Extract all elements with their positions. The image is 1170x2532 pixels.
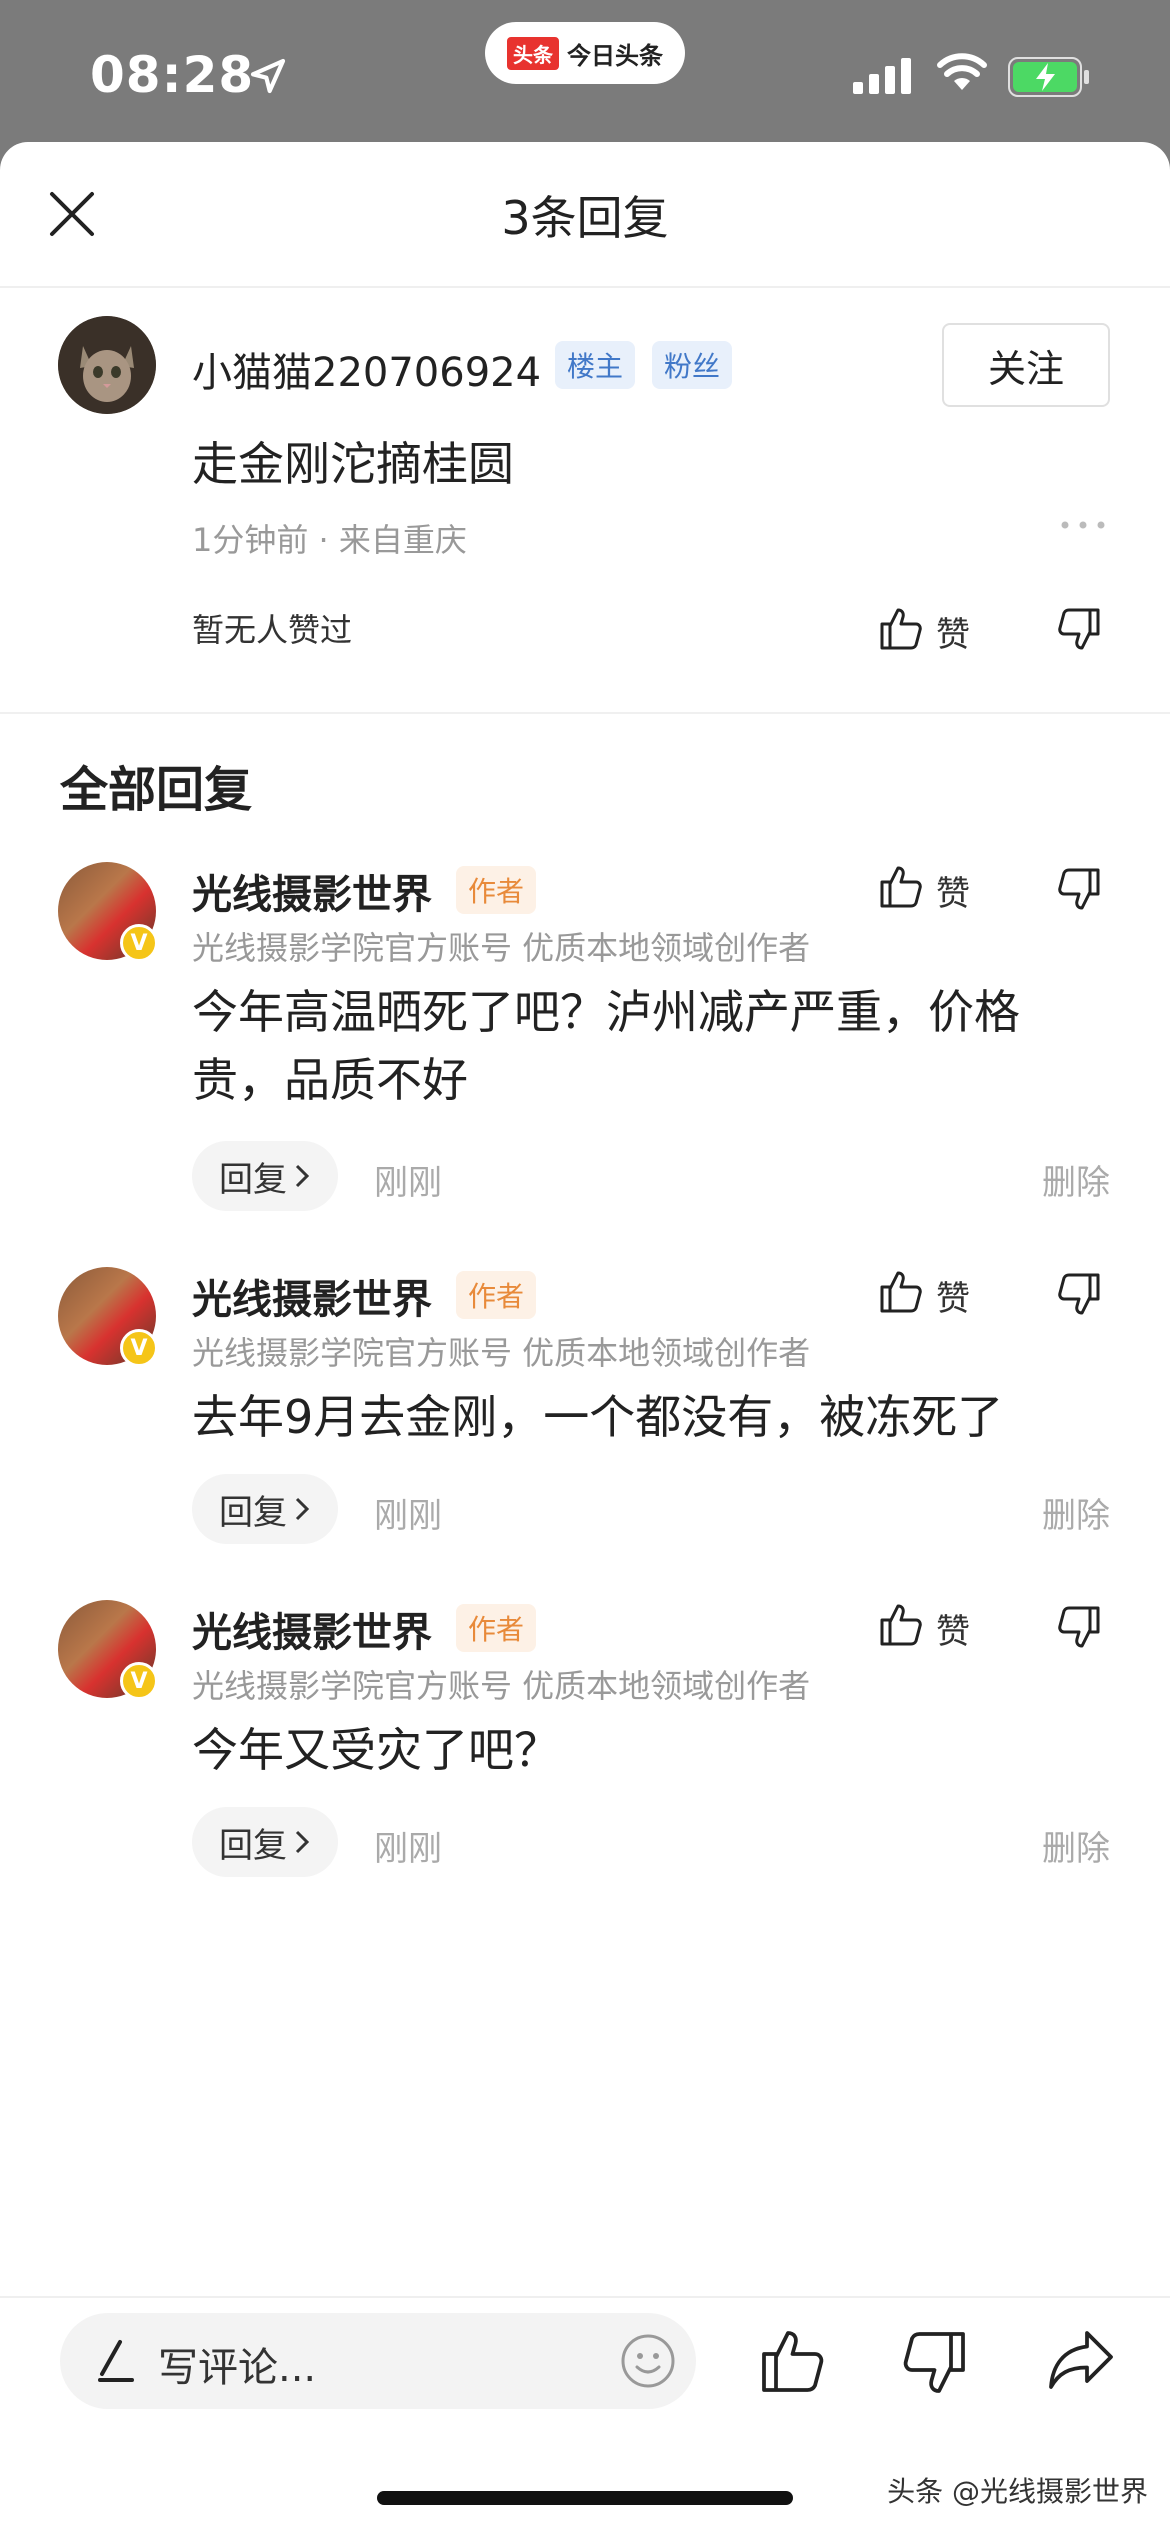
- thumbs-down-icon[interactable]: [1056, 866, 1104, 914]
- reply-author[interactable]: 光线摄影世界: [192, 1600, 432, 1658]
- thumbs-down-icon[interactable]: [900, 2328, 972, 2400]
- author-badge: 作者: [456, 1271, 537, 1319]
- thumbs-down-icon[interactable]: [1056, 606, 1104, 654]
- reply-author[interactable]: 光线摄影世界: [192, 862, 432, 920]
- reply-author[interactable]: 光线摄影世界: [192, 1267, 432, 1325]
- like-label[interactable]: 赞: [936, 1271, 970, 1320]
- watermark: 头条 @光线摄影世界: [887, 2475, 1148, 2508]
- emoji-icon[interactable]: [620, 2333, 676, 2389]
- thumbs-down-icon[interactable]: [1056, 1604, 1104, 1652]
- more-options-icon[interactable]: [1060, 520, 1106, 530]
- reply-time: 刚刚: [374, 1163, 442, 1203]
- author-description: 光线摄影学院官方账号 优质本地领域创作者: [192, 1334, 811, 1372]
- like-label[interactable]: 赞: [936, 866, 970, 915]
- chevron-right-icon: [295, 1497, 310, 1521]
- main-comment-meta: 1分钟前 · 来自重庆: [192, 521, 467, 559]
- like-label[interactable]: 赞: [936, 1604, 970, 1653]
- thumbs-up-icon[interactable]: [876, 604, 924, 652]
- delete-button[interactable]: 删除: [1042, 1488, 1110, 1537]
- app-name: 今日头条: [567, 41, 663, 70]
- section-title: 全部回复: [60, 762, 253, 818]
- cellular-signal-icon: [853, 58, 911, 94]
- reply-button[interactable]: 回复: [192, 1474, 338, 1544]
- reply-time: 刚刚: [374, 1829, 442, 1869]
- op-badge: 楼主: [555, 341, 636, 389]
- author-badge: 作者: [456, 1604, 537, 1652]
- like-label[interactable]: 赞: [936, 607, 970, 656]
- verified-badge-icon: V: [120, 1329, 158, 1367]
- reply-button[interactable]: 回复: [192, 1807, 338, 1877]
- fan-badge: 粉丝: [652, 341, 733, 389]
- delete-button[interactable]: 删除: [1042, 1155, 1110, 1204]
- reply-text-line-2: 贵，品质不好: [192, 1053, 468, 1107]
- thumbs-up-icon[interactable]: [876, 1600, 924, 1648]
- status-bar: 08:28 头条 今日头条: [0, 0, 1170, 150]
- status-time: 08:28: [90, 46, 255, 104]
- reply-text-line-1: 今年高温晒死了吧？泸州减产严重，价格: [192, 985, 1020, 1039]
- chevron-right-icon: [295, 1830, 310, 1854]
- app-indicator-pill[interactable]: 头条 今日头条: [485, 22, 685, 84]
- reply-button-label: 回复: [219, 1492, 287, 1533]
- author-badge: 作者: [456, 866, 537, 914]
- thumbs-up-icon[interactable]: [876, 1267, 924, 1315]
- app-logo: 头条: [507, 36, 559, 70]
- no-likes-text: 暂无人赞过: [192, 611, 353, 649]
- reply-time: 刚刚: [374, 1496, 442, 1536]
- main-comment-author[interactable]: 小猫猫220706924: [192, 340, 541, 398]
- follow-button[interactable]: 关注: [942, 323, 1110, 407]
- location-arrow-icon: [250, 58, 286, 94]
- comment-input-placeholder[interactable]: 写评论...: [158, 2335, 316, 2393]
- reply-text: 去年9月去金刚，一个都没有，被冻死了: [192, 1390, 1004, 1444]
- reply-button-label: 回复: [219, 1159, 287, 1200]
- author-description: 光线摄影学院官方账号 优质本地领域创作者: [192, 1667, 811, 1705]
- thumbs-up-icon[interactable]: [876, 862, 924, 910]
- pen-icon: [98, 2340, 134, 2382]
- comment-input[interactable]: [60, 2313, 696, 2409]
- thumbs-down-icon[interactable]: [1056, 1271, 1104, 1319]
- chevron-right-icon: [295, 1164, 310, 1188]
- reply-button-label: 回复: [219, 1825, 287, 1866]
- verified-badge-icon: V: [120, 1662, 158, 1700]
- share-icon[interactable]: [1045, 2324, 1117, 2396]
- verified-badge-icon: V: [120, 924, 158, 962]
- section-divider: [0, 712, 1170, 714]
- cat-avatar-icon: [58, 316, 156, 414]
- battery-charging-icon: [1008, 57, 1089, 97]
- reply-text: 今年又受灾了吧？: [192, 1723, 560, 1777]
- main-comment-text: 走金刚沱摘桂圆: [192, 437, 514, 491]
- delete-button[interactable]: 删除: [1042, 1821, 1110, 1870]
- thumbs-up-icon[interactable]: [755, 2324, 827, 2396]
- avatar[interactable]: [58, 316, 156, 414]
- page-title: 3条回复: [501, 191, 669, 245]
- wifi-icon: [937, 53, 987, 90]
- reply-button[interactable]: 回复: [192, 1141, 338, 1211]
- home-indicator[interactable]: [377, 2491, 793, 2505]
- author-description: 光线摄影学院官方账号 优质本地领域创作者: [192, 929, 811, 967]
- sheet-header: 3条回复: [0, 142, 1170, 288]
